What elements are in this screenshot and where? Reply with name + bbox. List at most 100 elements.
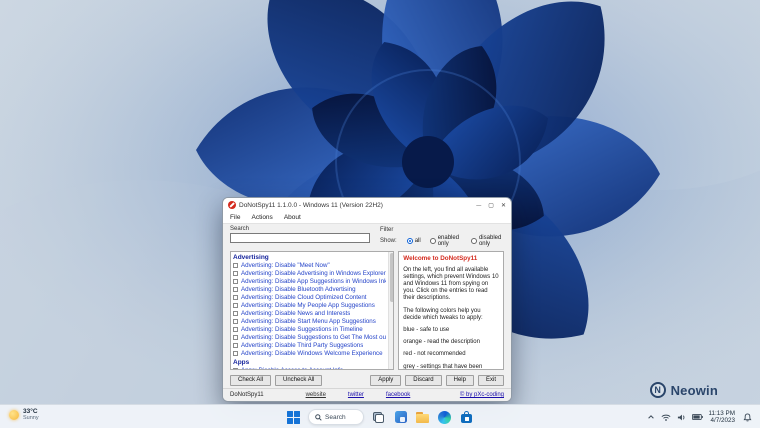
tweak-item[interactable]: Apps: Disable Access to Account Info (233, 366, 386, 370)
discard-button[interactable]: Discard (405, 374, 442, 386)
tweak-checkbox[interactable] (233, 279, 238, 284)
edge-button[interactable] (437, 410, 452, 425)
weather-widget[interactable]: 33°C Sunny (9, 408, 39, 421)
menu-about[interactable]: About (284, 214, 301, 221)
info-paragraph: orange - read the description (403, 339, 480, 346)
tweak-item[interactable]: Advertising: Disable Cloud Optimized Con… (233, 294, 386, 302)
filter-radio-enabled-only[interactable]: enabled only (429, 234, 462, 247)
info-panel-title: Welcome to DoNotSpy11 (403, 254, 478, 262)
tweak-label: Advertising: Disable Windows Welcome Exp… (241, 349, 383, 357)
tweak-checkbox[interactable] (233, 351, 238, 356)
tweak-checkbox[interactable] (233, 335, 238, 340)
exit-button[interactable]: Exit (477, 374, 504, 386)
uncheck-all-button[interactable]: Uncheck All (275, 374, 323, 386)
start-button[interactable] (286, 410, 301, 425)
hidden-icons-chevron[interactable] (647, 413, 655, 421)
tweak-item[interactable]: Advertising: Disable App Suggestions in … (233, 278, 386, 286)
tweak-label: Apps: Disable Access to Account Info (241, 366, 344, 370)
weather-temp: 33°C (23, 408, 38, 415)
help-button[interactable]: Help (445, 374, 474, 386)
tweak-label: Advertising: Disable "Meet Now" (241, 261, 330, 269)
info-paragraph: grey - settings that have been changed s… (403, 363, 483, 370)
copyright-link[interactable]: © by pXc-coding (460, 392, 504, 398)
info-paragraph: red - not recommended (403, 351, 466, 358)
list-scrollbar[interactable] (388, 251, 394, 369)
search-filter-row: Search Filter Show: all enabled only dis… (223, 224, 511, 250)
neowin-logo-icon: N (649, 382, 666, 398)
battery-tray-icon[interactable] (691, 413, 703, 421)
tweak-label: Advertising: Disable App Suggestions in … (241, 277, 386, 285)
tweak-checkbox[interactable] (233, 327, 238, 332)
tweak-checkbox[interactable] (233, 311, 238, 316)
info-paragraph: blue - safe to use (403, 326, 450, 333)
tweak-label: Advertising: Disable Advertising in Wind… (241, 269, 386, 277)
tweak-item[interactable]: Advertising: Disable Bluetooth Advertisi… (233, 286, 386, 294)
tweak-item[interactable]: Advertising: Disable Suggestions in Time… (233, 326, 386, 334)
neowin-logo-letter: N (654, 385, 661, 395)
check-all-button[interactable]: Check All (230, 374, 272, 386)
tweak-item[interactable]: Advertising: Disable "Meet Now" (233, 262, 386, 270)
titlebar[interactable]: DoNotSpy11 1.1.0.0 - Windows 11 (Version… (223, 198, 511, 212)
radio-icon (429, 237, 436, 244)
tweak-item[interactable]: Advertising: Disable Advertising in Wind… (233, 270, 386, 278)
close-button[interactable] (501, 202, 506, 209)
tweak-label: Advertising: Disable Cloud Optimized Con… (241, 293, 367, 301)
tweak-item[interactable]: Advertising: Disable News and Interests (233, 310, 386, 318)
file-explorer-button[interactable] (415, 410, 430, 425)
radio-icon (406, 237, 413, 244)
info-panel: Welcome to DoNotSpy11 On the left, you f… (398, 250, 504, 370)
neowin-watermark: N Neowin (649, 382, 718, 398)
tweak-checkbox[interactable] (233, 343, 238, 348)
search-input[interactable] (230, 233, 370, 243)
twitter-link[interactable]: twitter (348, 392, 364, 398)
tweak-checkbox[interactable] (233, 368, 238, 370)
bell-icon (743, 412, 752, 421)
clock-time: 11:13 PM (708, 409, 736, 417)
menu-actions[interactable]: Actions (251, 214, 272, 221)
weather-sun-icon (9, 409, 19, 420)
filter-radio-all[interactable]: all (406, 237, 421, 244)
donotspy11-window: DoNotSpy11 1.1.0.0 - Windows 11 (Version… (222, 197, 512, 402)
tweak-item[interactable]: Advertising: Disable Windows Welcome Exp… (233, 350, 386, 358)
maximize-button[interactable] (488, 202, 494, 209)
tweak-checkbox[interactable] (233, 319, 238, 324)
filter-radio-disabled-only[interactable]: disabled only (470, 234, 504, 247)
radio-label-disabled: disabled only (478, 234, 502, 247)
wifi-tray-icon[interactable] (661, 413, 671, 422)
widgets-button[interactable] (393, 410, 408, 425)
button-row: Check All Uncheck All Apply Discard Help… (223, 372, 511, 388)
volume-tray-icon[interactable] (677, 413, 686, 422)
tweak-checkbox[interactable] (233, 271, 238, 276)
taskbar-search[interactable]: Search (308, 409, 364, 425)
tweak-list: Advertising Advertising: Disable "Meet No… (230, 250, 395, 370)
section-header: Apps (233, 358, 250, 366)
widgets-icon (394, 411, 407, 423)
tweak-label: Advertising: Disable My People App Sugge… (241, 301, 375, 309)
tweak-item[interactable]: Advertising: Disable Suggestions to Get … (233, 334, 386, 342)
tweak-checkbox[interactable] (233, 295, 238, 300)
tweak-checkbox[interactable] (233, 303, 238, 308)
statusbar: DoNotSpy11 website twitter facebook © by… (223, 388, 511, 401)
tweak-item[interactable]: Advertising: Disable My People App Sugge… (233, 302, 386, 310)
facebook-link[interactable]: facebook (386, 392, 410, 398)
radio-label-enabled: enabled only (437, 234, 460, 247)
tweak-item[interactable]: Advertising: Disable Third Party Suggest… (233, 342, 386, 350)
task-view-button[interactable] (371, 410, 386, 425)
website-link[interactable]: website (306, 392, 326, 398)
tweak-checkbox[interactable] (233, 263, 238, 268)
weather-condition: Sunny (23, 415, 39, 422)
tweak-label: Advertising: Disable Start Menu App Sugg… (241, 317, 376, 325)
tweak-item[interactable]: Advertising: Disable Start Menu App Sugg… (233, 318, 386, 326)
wifi-icon (661, 414, 670, 421)
store-button[interactable] (459, 410, 474, 425)
taskbar-clock[interactable]: 11:13 PM 4/7/2023 (709, 410, 736, 425)
minimize-button[interactable] (476, 202, 481, 209)
notification-center-button[interactable] (741, 411, 754, 424)
tweak-checkbox[interactable] (233, 287, 238, 292)
menu-file[interactable]: File (230, 214, 240, 221)
apply-button[interactable]: Apply (370, 374, 402, 386)
taskbar: 33°C Sunny Search 11:13 PM 4/7/2023 (0, 404, 760, 428)
neowin-watermark-label: Neowin (670, 382, 718, 398)
battery-icon (691, 414, 703, 420)
scrollbar-thumb[interactable] (389, 252, 394, 302)
